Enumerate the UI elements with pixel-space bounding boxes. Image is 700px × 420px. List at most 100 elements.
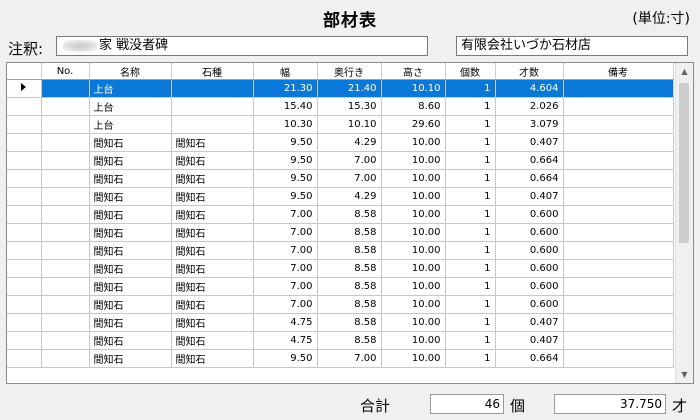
cell-volume[interactable]: 0.407 [495,331,564,350]
cell-note[interactable] [563,331,674,350]
row-header[interactable] [7,187,42,206]
cell-width[interactable]: 9.50 [253,151,318,170]
cell-no[interactable] [41,169,90,188]
cell-name[interactable]: 間知石 [89,133,172,152]
cell-note[interactable] [563,115,674,134]
cell-stone[interactable]: 間知石 [171,349,254,368]
cell-note[interactable] [563,349,674,368]
cell-width[interactable]: 4.75 [253,313,318,332]
cell-no[interactable] [41,349,90,368]
cell-volume[interactable]: 0.600 [495,241,564,260]
cell-height[interactable]: 8.60 [381,97,446,116]
cell-name[interactable]: 上台 [89,79,172,98]
cell-volume[interactable]: 0.664 [495,169,564,188]
row-header[interactable] [7,331,42,350]
cell-note[interactable] [563,133,674,152]
cell-qty[interactable]: 1 [445,205,496,224]
cell-qty[interactable]: 1 [445,133,496,152]
cell-stone[interactable]: 間知石 [171,133,254,152]
cell-volume[interactable]: 3.079 [495,115,564,134]
cell-width[interactable]: 9.50 [253,187,318,206]
row-header[interactable] [7,223,42,242]
cell-stone[interactable]: 間知石 [171,223,254,242]
col-header-no[interactable]: No. [41,63,90,80]
cell-width[interactable]: 7.00 [253,241,318,260]
cell-depth[interactable]: 4.29 [317,133,382,152]
cell-volume[interactable]: 0.600 [495,259,564,278]
cell-width[interactable]: 9.50 [253,349,318,368]
cell-depth[interactable]: 4.29 [317,187,382,206]
cell-width[interactable]: 4.75 [253,331,318,350]
cell-name[interactable]: 間知石 [89,331,172,350]
cell-height[interactable]: 10.10 [381,79,446,98]
cell-qty[interactable]: 1 [445,295,496,314]
cell-volume[interactable]: 0.600 [495,223,564,242]
table-row[interactable]: 間知石 間知石 7.00 8.58 10.00 1 0.600 [7,223,674,242]
cell-no[interactable] [41,331,90,350]
col-header-stone[interactable]: 石種 [171,63,254,80]
cell-height[interactable]: 10.00 [381,349,446,368]
cell-width[interactable]: 7.00 [253,259,318,278]
cell-stone[interactable] [171,79,254,98]
cell-volume[interactable]: 0.600 [495,295,564,314]
row-header[interactable] [7,295,42,314]
cell-name[interactable]: 上台 [89,115,172,134]
cell-stone[interactable]: 間知石 [171,151,254,170]
vertical-scrollbar[interactable]: ▲ ▼ [675,63,693,383]
table-row[interactable]: 間知石 間知石 9.50 7.00 10.00 1 0.664 [7,169,674,188]
cell-qty[interactable]: 1 [445,313,496,332]
cell-name[interactable]: 間知石 [89,259,172,278]
col-header-note[interactable]: 備考 [563,63,674,80]
cell-qty[interactable]: 1 [445,349,496,368]
col-header-name[interactable]: 名称 [89,63,172,80]
table-row[interactable]: 上台 21.30 21.40 10.10 1 4.604 [7,79,674,98]
cell-no[interactable] [41,295,90,314]
cell-note[interactable] [563,97,674,116]
cell-height[interactable]: 10.00 [381,313,446,332]
cell-qty[interactable]: 1 [445,169,496,188]
cell-depth[interactable]: 8.58 [317,295,382,314]
cell-height[interactable]: 29.60 [381,115,446,134]
cell-stone[interactable]: 間知石 [171,331,254,350]
cell-height[interactable]: 10.00 [381,169,446,188]
cell-volume[interactable]: 0.407 [495,313,564,332]
table-row[interactable]: 間知石 間知石 7.00 8.58 10.00 1 0.600 [7,241,674,260]
cell-name[interactable]: 間知石 [89,205,172,224]
col-header-qty[interactable]: 個数 [445,63,496,80]
row-header[interactable] [7,205,42,224]
cell-name[interactable]: 間知石 [89,187,172,206]
cell-depth[interactable]: 8.58 [317,313,382,332]
cell-note[interactable] [563,241,674,260]
cell-depth[interactable]: 7.00 [317,349,382,368]
cell-no[interactable] [41,115,90,134]
cell-stone[interactable]: 間知石 [171,187,254,206]
cell-qty[interactable]: 1 [445,79,496,98]
row-header[interactable] [7,133,42,152]
cell-volume[interactable]: 0.407 [495,187,564,206]
cell-note[interactable] [563,223,674,242]
cell-height[interactable]: 10.00 [381,223,446,242]
table-row[interactable]: 間知石 間知石 7.00 8.58 10.00 1 0.600 [7,277,674,296]
cell-height[interactable]: 10.00 [381,259,446,278]
cell-volume[interactable]: 0.664 [495,349,564,368]
cell-width[interactable]: 21.30 [253,79,318,98]
cell-depth[interactable]: 21.40 [317,79,382,98]
cell-no[interactable] [41,79,90,98]
row-header[interactable] [7,259,42,278]
cell-note[interactable] [563,313,674,332]
cell-qty[interactable]: 1 [445,97,496,116]
cell-depth[interactable]: 8.58 [317,277,382,296]
cell-depth[interactable]: 8.58 [317,223,382,242]
cell-stone[interactable]: 間知石 [171,205,254,224]
cell-depth[interactable]: 8.58 [317,259,382,278]
table-row[interactable]: 間知石 間知石 9.50 4.29 10.00 1 0.407 [7,187,674,206]
col-header-height[interactable]: 高さ [381,63,446,80]
cell-name[interactable]: 間知石 [89,277,172,296]
cell-qty[interactable]: 1 [445,277,496,296]
cell-width[interactable]: 7.00 [253,223,318,242]
cell-qty[interactable]: 1 [445,151,496,170]
row-header[interactable] [7,115,42,134]
cell-height[interactable]: 10.00 [381,205,446,224]
cell-height[interactable]: 10.00 [381,277,446,296]
col-header-depth[interactable]: 奥行き [317,63,382,80]
